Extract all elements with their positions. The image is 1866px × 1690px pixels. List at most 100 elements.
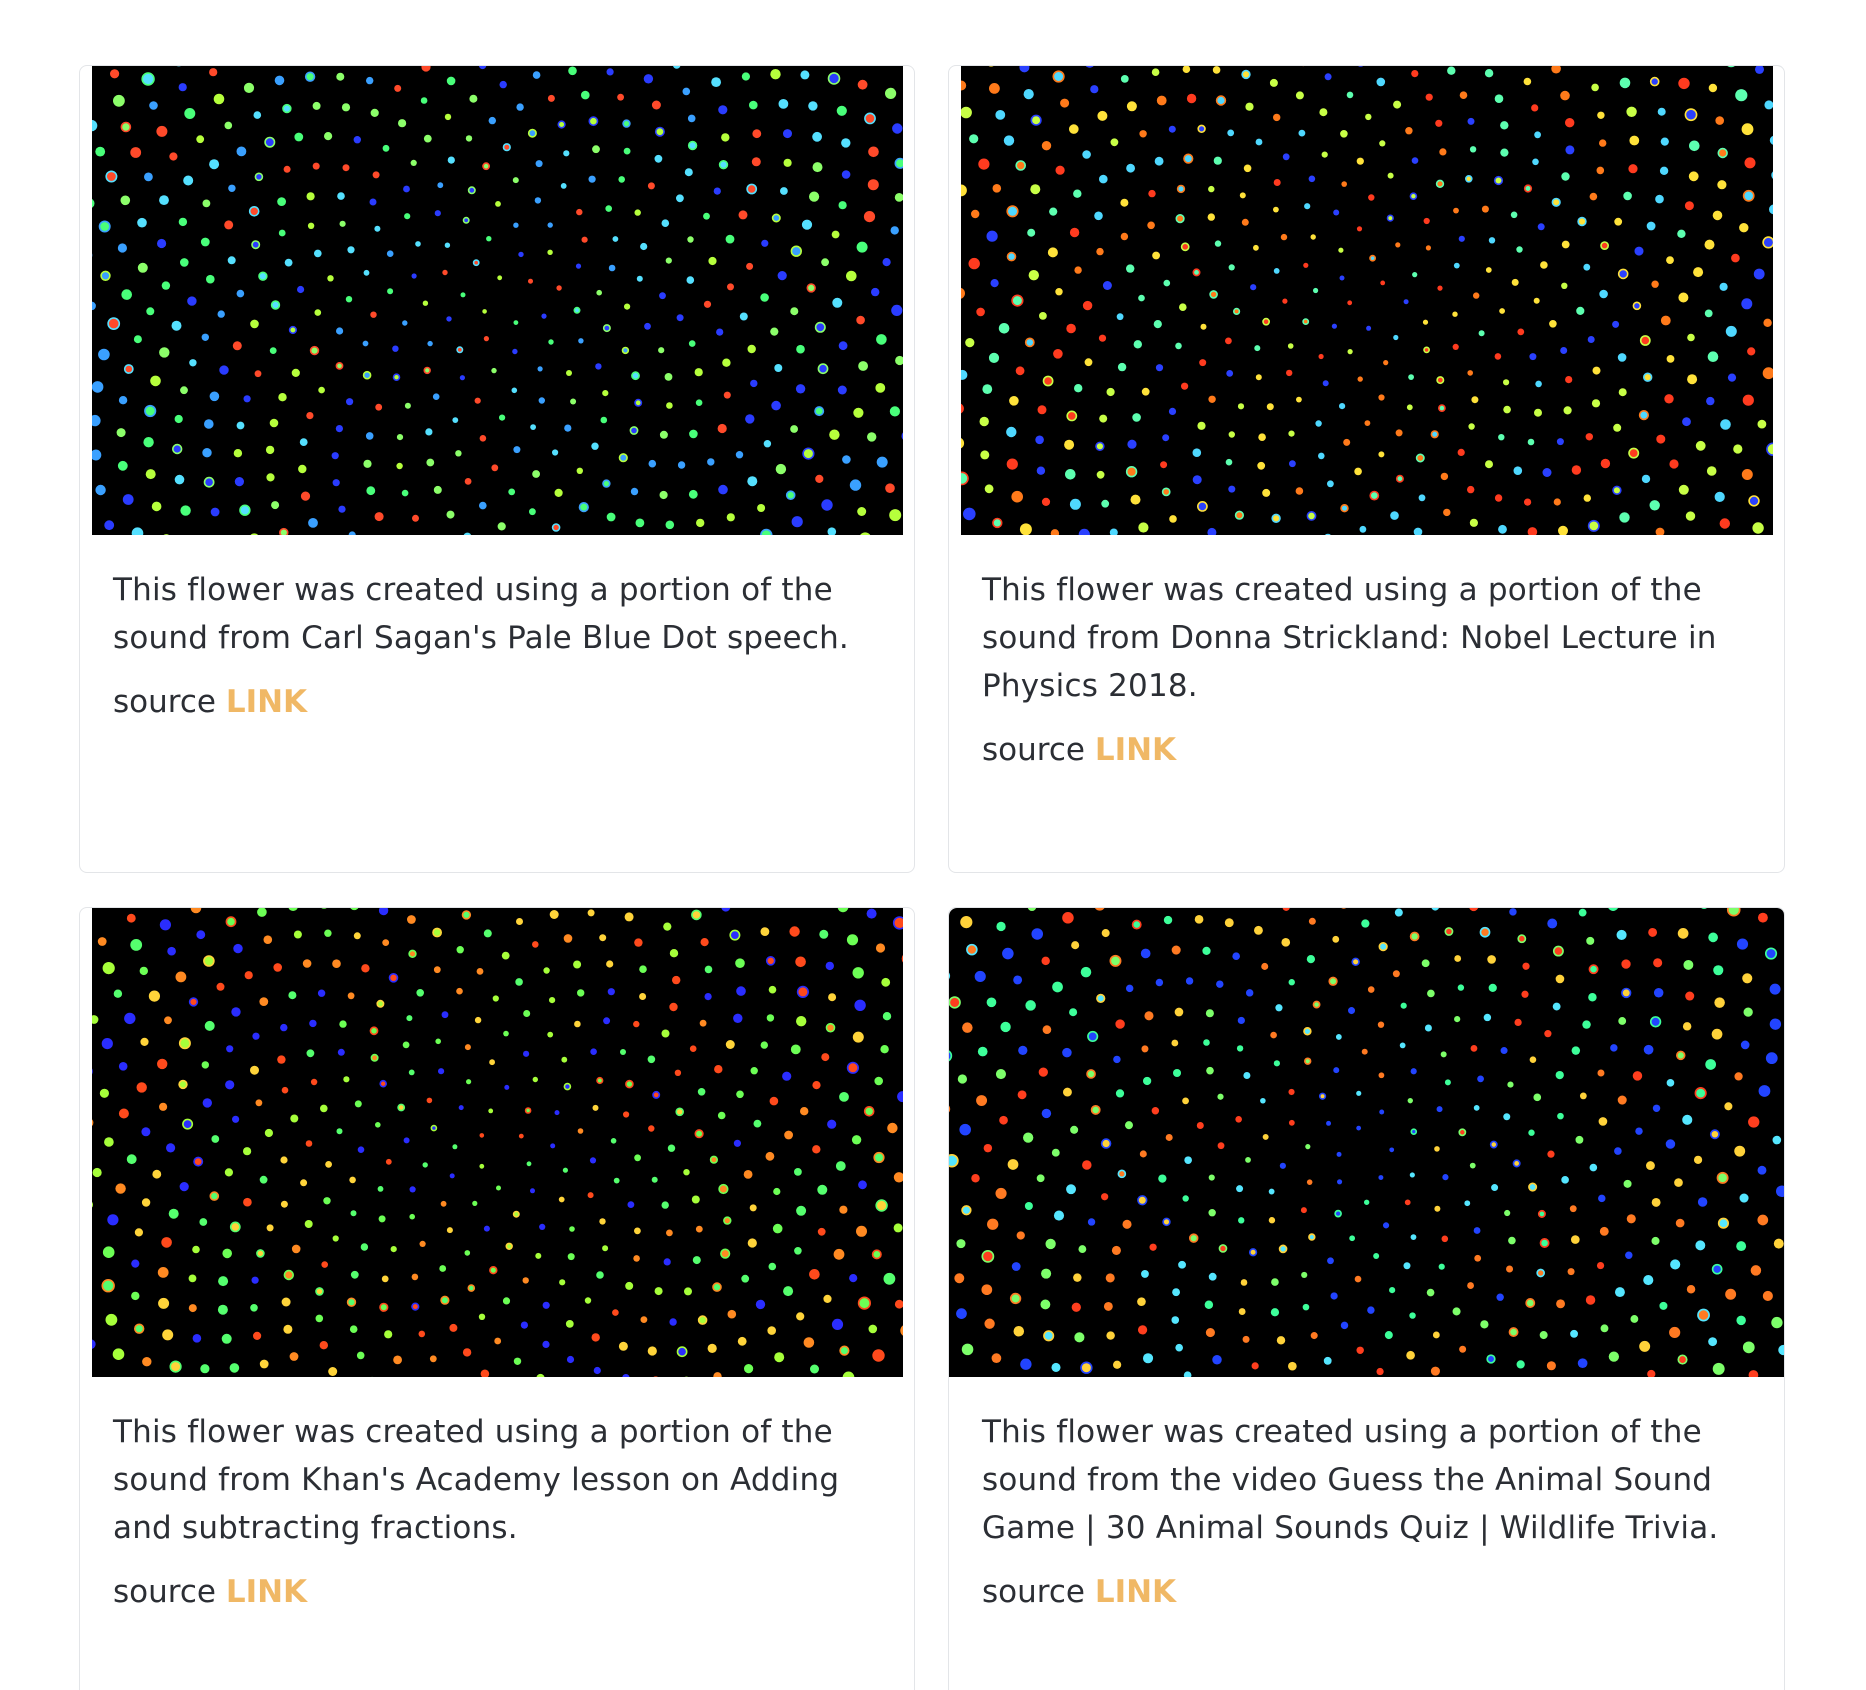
flower-dot [1120, 75, 1129, 83]
flower-dot [760, 927, 770, 936]
flower-dot [1236, 1045, 1244, 1052]
flower-dot [433, 485, 442, 494]
flower-dot [1262, 488, 1271, 497]
flower-dot [110, 69, 120, 79]
flower-dot [1225, 458, 1233, 466]
flower-dot [449, 1173, 455, 1179]
flower-dot [92, 199, 95, 208]
flower-dot [1592, 366, 1601, 375]
flower-dot [288, 908, 298, 911]
flower-dot [625, 1281, 634, 1290]
flower-dot [105, 1313, 118, 1326]
flower-dot [1340, 130, 1348, 138]
flower-dot [1489, 1140, 1498, 1149]
flower-dot [1613, 423, 1622, 432]
flower-dot [1540, 261, 1548, 269]
flower-dot [1027, 908, 1037, 911]
flower-dot [1714, 997, 1725, 1008]
flower-dot [566, 1355, 575, 1364]
flower-dot [130, 939, 143, 951]
flower-dot [375, 403, 383, 411]
flower-dot [1207, 527, 1217, 535]
flower-dot [1367, 986, 1375, 993]
flower-dot [349, 1325, 358, 1333]
flower-dot [479, 1163, 485, 1169]
flower-dot [1527, 438, 1535, 446]
flower-dot [1304, 1057, 1312, 1065]
flower-dot [1561, 172, 1570, 181]
flower-dot [1273, 1060, 1280, 1067]
source-label: source [113, 684, 216, 720]
flower-dot [1017, 1090, 1027, 1100]
flower-dot [548, 339, 554, 345]
flower-dot [833, 1248, 845, 1260]
flower-dot [269, 418, 279, 428]
flower-dot [1477, 1075, 1484, 1083]
flower-dot [1006, 458, 1018, 470]
flower-dot [1066, 410, 1078, 422]
flower-dot [488, 116, 496, 125]
flower-dot [447, 156, 455, 164]
flower-dot [1676, 1050, 1686, 1061]
flower-dot [1748, 495, 1760, 507]
source-link[interactable]: LINK [226, 684, 307, 720]
source-link[interactable]: LINK [1095, 732, 1176, 768]
flower-dot [676, 314, 684, 322]
flower-dot [1378, 1072, 1385, 1079]
flower-dot [802, 447, 815, 460]
flower-dot [386, 250, 394, 257]
flower-dot [1301, 1271, 1308, 1279]
flower-dot [1596, 1261, 1605, 1270]
flower-dot [1598, 1117, 1608, 1126]
flower-dot [1716, 1171, 1729, 1184]
flower-dot [589, 1157, 597, 1164]
flower-dot [1524, 498, 1532, 506]
flower-dot [211, 1135, 220, 1143]
flower-dot [320, 1104, 328, 1113]
flower-dot [1065, 469, 1076, 480]
flower-dot [384, 1330, 393, 1339]
flower-dot [669, 1318, 677, 1326]
flower-dot [1695, 440, 1706, 451]
flower-dot [741, 1274, 750, 1283]
flower-dot [512, 1210, 520, 1218]
flower-dot [885, 483, 895, 494]
flower-dot [1030, 114, 1042, 126]
flower-dot [1736, 1241, 1747, 1252]
flower-dot [784, 1130, 793, 1140]
flower-dot [1750, 1265, 1762, 1276]
flower-dot [497, 275, 503, 281]
source-link[interactable]: LINK [226, 1574, 307, 1610]
flower-dot [382, 939, 390, 946]
flower-dot [1124, 1121, 1133, 1130]
flower-dot [1408, 374, 1414, 380]
flower-dot [1161, 487, 1171, 497]
flower-dot [382, 144, 390, 152]
flower-dot [654, 126, 665, 137]
flower-dot [379, 1302, 389, 1312]
flower-dot [1473, 292, 1480, 299]
flower-dot [1335, 1034, 1342, 1040]
flower-dot [1102, 281, 1112, 290]
flower-dot [159, 347, 170, 358]
flower-dot [354, 1100, 362, 1108]
flower-dot [1393, 334, 1399, 341]
flower-dot [623, 1111, 630, 1118]
flower-dot [1423, 346, 1430, 354]
flower-dot [437, 182, 444, 189]
flower-dot [483, 1225, 490, 1232]
flower-dot [1769, 1018, 1782, 1030]
source-link[interactable]: LINK [1095, 1574, 1176, 1610]
flower-dot [232, 341, 242, 351]
flower-dot [1424, 1024, 1432, 1032]
flower-dot [1473, 1227, 1481, 1234]
flower-dot [634, 1227, 641, 1235]
flower-dot [144, 404, 157, 418]
flower-dot [686, 276, 695, 284]
flower-dot [269, 347, 277, 354]
flower-dot [1444, 927, 1454, 936]
flower-dot [1534, 131, 1541, 139]
flower-dot [1289, 460, 1296, 468]
flower-dot [120, 195, 131, 206]
flower-dot [277, 197, 286, 207]
